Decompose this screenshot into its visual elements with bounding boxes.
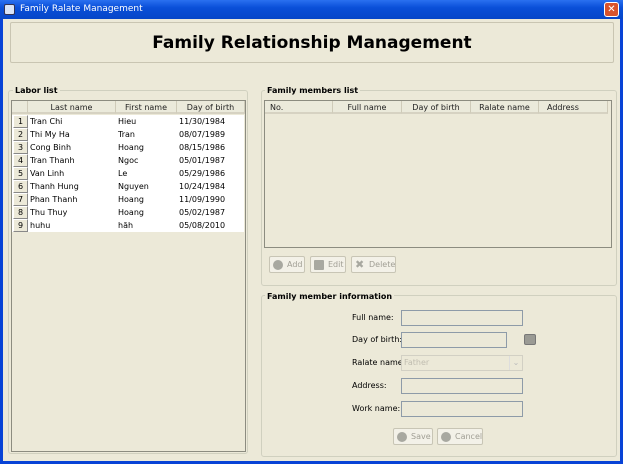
client-area: Family Relationship Management Labor lis…: [3, 19, 620, 461]
row-number[interactable]: 2: [13, 128, 28, 141]
column-header-day-of-birth[interactable]: Day of birth: [402, 101, 471, 114]
address-label: Address:: [352, 381, 387, 390]
family-table[interactable]: No. Full name Day of birth Ralate name A…: [264, 100, 612, 248]
row-number[interactable]: 8: [13, 206, 28, 219]
row-number[interactable]: 1: [13, 115, 28, 128]
cell-first-name: hăh: [118, 221, 134, 230]
column-header-first-name[interactable]: First name: [116, 101, 177, 114]
table-row[interactable]: 8 Thu Thuy Hoang 05/02/1987: [12, 206, 244, 219]
table-row[interactable]: 7 Phan Thanh Hoang 11/09/1990: [12, 193, 244, 206]
add-icon: [273, 260, 283, 270]
row-header-corner: [12, 101, 28, 114]
table-row[interactable]: 4 Tran Thanh Ngoc 05/01/1987: [12, 154, 244, 167]
column-header-full-name[interactable]: Full name: [333, 101, 402, 114]
day-of-birth-input[interactable]: [401, 332, 507, 348]
ralate-name-label: Ralate name:: [352, 358, 406, 367]
calendar-button[interactable]: [524, 334, 536, 345]
cell-last-name: Cong Binh: [30, 143, 72, 152]
cell-day-of-birth: 08/07/1989: [179, 130, 226, 139]
table-row[interactable]: 6 Thanh Hung Nguyen 10/24/1984: [12, 180, 244, 193]
cell-day-of-birth: 05/02/1987: [179, 208, 226, 217]
cell-day-of-birth: 11/09/1990: [179, 195, 226, 204]
cell-first-name: Hoang: [118, 195, 144, 204]
add-label: Add: [287, 260, 303, 269]
row-number[interactable]: 9: [13, 219, 28, 232]
cell-first-name: Hoang: [118, 208, 144, 217]
cell-day-of-birth: 05/08/2010: [179, 221, 226, 230]
cell-last-name: Thu Thuy: [30, 208, 68, 217]
family-list-label: Family members list: [265, 86, 361, 95]
work-name-input[interactable]: [401, 401, 523, 417]
cell-last-name: Tran Thanh: [30, 156, 75, 165]
table-row[interactable]: 2 Thi My Ha Tran 08/07/1989: [12, 128, 244, 141]
full-name-label: Full name:: [352, 313, 394, 322]
labor-table[interactable]: Last name First name Day of birth 1 Tran…: [11, 100, 246, 452]
cell-first-name: Le: [118, 169, 128, 178]
delete-button[interactable]: ✖ Delete: [351, 256, 396, 273]
cell-last-name: Phan Thanh: [30, 195, 78, 204]
ralate-name-select[interactable]: Father ⌄: [401, 355, 523, 371]
close-button[interactable]: ✕: [604, 2, 619, 17]
labor-list-label: Labor list: [13, 86, 60, 95]
cell-last-name: huhu: [30, 221, 51, 230]
cell-first-name: Hieu: [118, 117, 137, 126]
delete-label: Delete: [369, 260, 396, 269]
row-number[interactable]: 6: [13, 180, 28, 193]
full-name-input[interactable]: [401, 310, 523, 326]
cell-first-name: Ngoc: [118, 156, 139, 165]
add-button[interactable]: Add: [269, 256, 305, 273]
save-button[interactable]: Save: [393, 428, 433, 445]
app-window: Family Ralate Management ✕ Family Relati…: [0, 0, 623, 464]
cell-day-of-birth: 11/30/1984: [179, 117, 226, 126]
delete-icon: ✖: [355, 258, 365, 271]
edit-label: Edit: [328, 260, 344, 269]
save-label: Save: [411, 432, 431, 441]
window-title: Family Ralate Management: [20, 4, 143, 14]
page-title: Family Relationship Management: [152, 33, 472, 53]
cell-last-name: Tran Chi: [30, 117, 63, 126]
cell-first-name: Tran: [118, 130, 135, 139]
table-row[interactable]: 3 Cong Binh Hoang 08/15/1986: [12, 141, 244, 154]
column-header-last-name[interactable]: Last name: [28, 101, 116, 114]
column-header-day-of-birth[interactable]: Day of birth: [177, 101, 245, 114]
cancel-label: Cancel: [455, 432, 483, 441]
row-number[interactable]: 7: [13, 193, 28, 206]
column-header-address[interactable]: Address: [539, 101, 608, 114]
cell-last-name: Thi My Ha: [30, 130, 70, 139]
cell-day-of-birth: 05/01/1987: [179, 156, 226, 165]
address-input[interactable]: [401, 378, 523, 394]
work-name-label: Work name:: [352, 404, 401, 413]
cell-last-name: Thanh Hung: [30, 182, 79, 191]
cell-day-of-birth: 05/29/1986: [179, 169, 226, 178]
cell-last-name: Van Linh: [30, 169, 65, 178]
save-icon: [397, 432, 407, 442]
ralate-name-value: Father: [404, 358, 430, 367]
cell-day-of-birth: 08/15/1986: [179, 143, 226, 152]
edit-button[interactable]: Edit: [310, 256, 346, 273]
header-panel: Family Relationship Management: [10, 22, 614, 63]
cell-day-of-birth: 10/24/1984: [179, 182, 226, 191]
row-number[interactable]: 5: [13, 167, 28, 180]
row-number[interactable]: 4: [13, 154, 28, 167]
app-icon: [4, 4, 15, 15]
chevron-down-icon[interactable]: ⌄: [509, 356, 522, 370]
column-header-no[interactable]: No.: [265, 101, 333, 114]
table-row[interactable]: 1 Tran Chi Hieu 11/30/1984: [12, 115, 244, 128]
cancel-icon: [441, 432, 451, 442]
cell-first-name: Nguyen: [118, 182, 149, 191]
day-of-birth-label: Day of birth:: [352, 335, 403, 344]
info-label: Family member information: [265, 292, 395, 301]
edit-icon: [314, 260, 324, 270]
column-header-ralate-name[interactable]: Ralate name: [471, 101, 539, 114]
row-number[interactable]: 3: [13, 141, 28, 154]
title-bar: Family Ralate Management ✕: [0, 0, 623, 19]
table-row[interactable]: 9 huhu hăh 05/08/2010: [12, 219, 244, 232]
cancel-button[interactable]: Cancel: [437, 428, 483, 445]
table-row[interactable]: 5 Van Linh Le 05/29/1986: [12, 167, 244, 180]
cell-first-name: Hoang: [118, 143, 144, 152]
